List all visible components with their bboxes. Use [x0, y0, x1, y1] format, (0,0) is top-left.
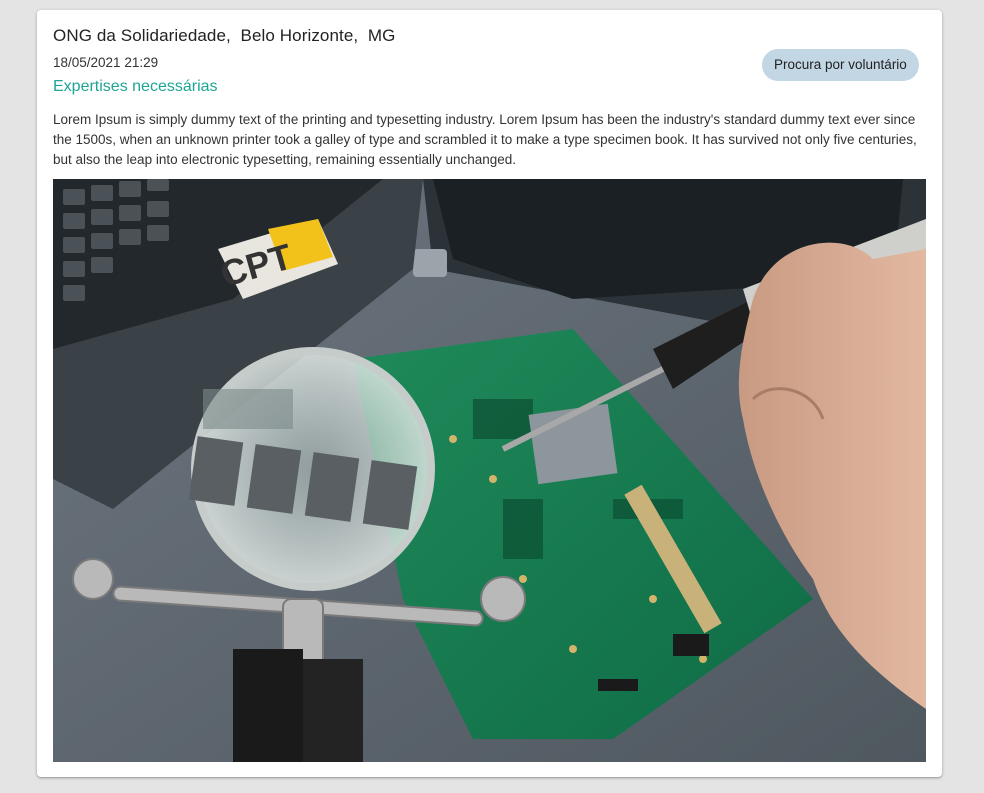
- laptop-hinge: [413, 249, 447, 277]
- status-badge: Procura por voluntário: [762, 49, 919, 81]
- magnifying-glass: [188, 347, 435, 591]
- post-title: ONG da Solidariedade, Belo Horizonte, MG: [53, 26, 396, 45]
- post-description: Lorem Ipsum is simply dummy text of the …: [53, 112, 917, 167]
- expertises-link[interactable]: Expertises necessárias: [53, 78, 218, 96]
- post-date: 18/05/2021 21:29: [53, 55, 159, 70]
- post-image: CPT: [53, 179, 926, 762]
- post-card: ONG da Solidariedade, Belo Horizonte, MG…: [37, 10, 942, 777]
